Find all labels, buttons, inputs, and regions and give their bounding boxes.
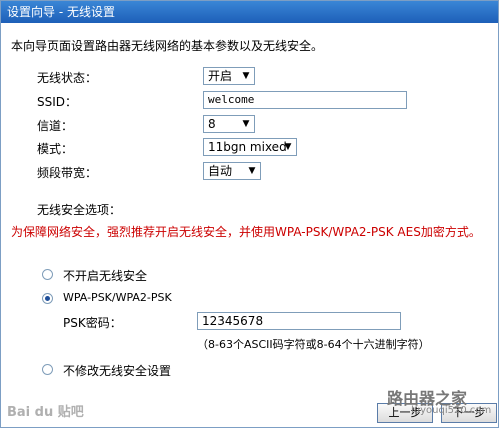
ssid-label: SSID： xyxy=(37,95,78,109)
radio-wpa-psk[interactable] xyxy=(42,293,53,304)
bandwidth-value: 自动 xyxy=(208,164,233,178)
chevron-down-icon: ▼ xyxy=(284,142,292,152)
no-change-label: 不修改无线安全设置 xyxy=(63,364,172,378)
wireless-status-label: 无线状态： xyxy=(37,71,98,85)
psk-hint: （8-63个ASCII码字符或8-64个十六进制字符） xyxy=(197,338,430,351)
channel-label: 信道： xyxy=(37,119,74,133)
psk-input[interactable]: 12345678 xyxy=(197,312,401,330)
bandwidth-select[interactable]: 自动 ▼ xyxy=(203,162,261,180)
mode-value: 11bgn mixed xyxy=(208,140,287,154)
intro-text: 本向导页面设置路由器无线网络的基本参数以及无线安全。 xyxy=(11,39,324,53)
chevron-down-icon: ▼ xyxy=(242,71,250,81)
security-section-title: 无线安全选项： xyxy=(37,203,122,217)
site-url-watermark: luyouqi520.com xyxy=(411,405,492,416)
security-warning: 为保障网络安全，强烈推荐开启无线安全，并使用WPA-PSK/WPA2-PSK A… xyxy=(11,225,481,239)
disable-security-label: 不开启无线安全 xyxy=(63,269,148,283)
mode-select[interactable]: 11bgn mixed ▼ xyxy=(203,138,297,156)
channel-select[interactable]: 8 ▼ xyxy=(203,115,255,133)
wireless-status-select[interactable]: 开启 ▼ xyxy=(203,67,255,85)
radio-disable-security[interactable] xyxy=(42,269,53,280)
wpa-psk-label: WPA-PSK/WPA2-PSK xyxy=(63,291,172,304)
wizard-window: 设置向导 - 无线设置 本向导页面设置路由器无线网络的基本参数以及无线安全。 无… xyxy=(0,0,499,428)
wireless-status-value: 开启 xyxy=(208,69,233,83)
chevron-down-icon: ▼ xyxy=(248,166,256,176)
ssid-input[interactable]: welcome xyxy=(203,91,407,109)
baidu-watermark: Bai du 贴吧 xyxy=(7,405,84,420)
wizard-content: 本向导页面设置路由器无线网络的基本参数以及无线安全。 无线状态： 开启 ▼ SS… xyxy=(1,23,498,427)
bandwidth-label: 频段带宽： xyxy=(37,166,98,180)
psk-label: PSK密码： xyxy=(63,316,122,330)
radio-no-change[interactable] xyxy=(42,364,53,375)
chevron-down-icon: ▼ xyxy=(242,119,250,129)
channel-value: 8 xyxy=(208,117,216,131)
mode-label: 模式： xyxy=(37,142,74,156)
window-title: 设置向导 - 无线设置 xyxy=(1,1,498,23)
